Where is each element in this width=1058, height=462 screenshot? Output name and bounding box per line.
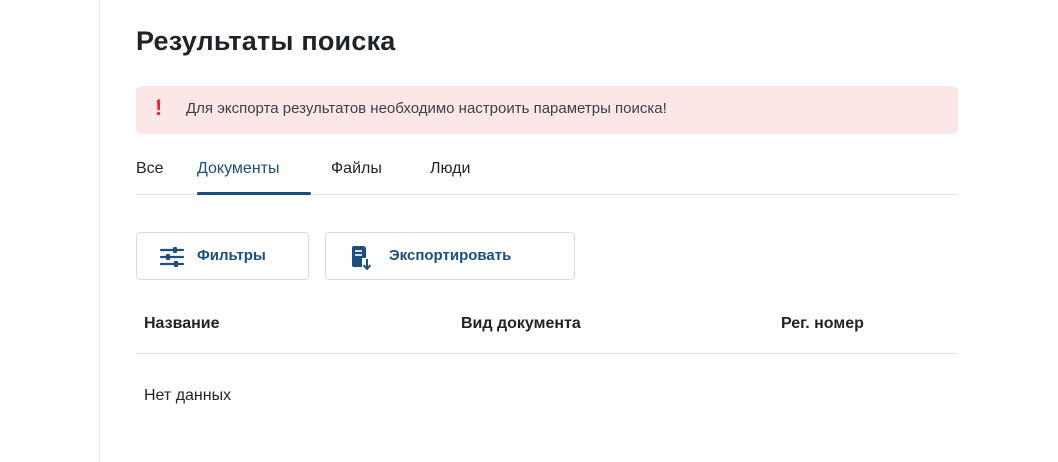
column-header-document-type[interactable]: Вид документа [461, 315, 581, 333]
left-panel [0, 0, 100, 462]
filters-button[interactable]: Фильтры [136, 232, 309, 280]
results-table-header: Название Вид документа Рег. номер [136, 300, 958, 354]
results-tabs: Все Документы Файлы Люди [136, 150, 958, 195]
alert-message: Для экспорта результатов необходимо наст… [186, 100, 667, 117]
exclamation-icon: ! [155, 95, 163, 120]
export-button-label: Экспортировать [389, 247, 512, 264]
column-header-reg-number[interactable]: Рег. номер [781, 315, 864, 333]
filters-button-label: Фильтры [197, 247, 266, 264]
document-export-icon [350, 246, 372, 275]
tab-files[interactable]: Файлы [331, 160, 382, 178]
page-title: Результаты поиска [136, 26, 396, 56]
tab-all[interactable]: Все [136, 160, 164, 178]
sliders-icon [159, 247, 185, 272]
column-header-name[interactable]: Название [144, 315, 220, 333]
tab-documents[interactable]: Документы [197, 160, 279, 178]
empty-state-text: Нет данных [144, 387, 232, 404]
export-warning-alert: ! Для экспорта результатов необходимо на… [136, 86, 958, 134]
tab-people[interactable]: Люди [430, 160, 470, 178]
active-tab-indicator [197, 192, 311, 195]
export-button[interactable]: Экспортировать [325, 232, 575, 280]
